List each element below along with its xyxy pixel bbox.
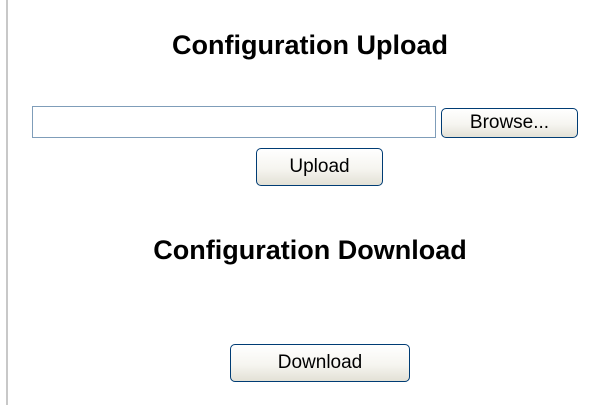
download-heading: Configuration Download [153, 235, 467, 265]
upload-button[interactable]: Upload [256, 148, 383, 186]
browse-button[interactable]: Browse... [441, 108, 578, 138]
upload-heading: Configuration Upload [172, 30, 448, 60]
file-path-input[interactable] [32, 106, 436, 138]
download-button[interactable]: Download [230, 344, 410, 382]
